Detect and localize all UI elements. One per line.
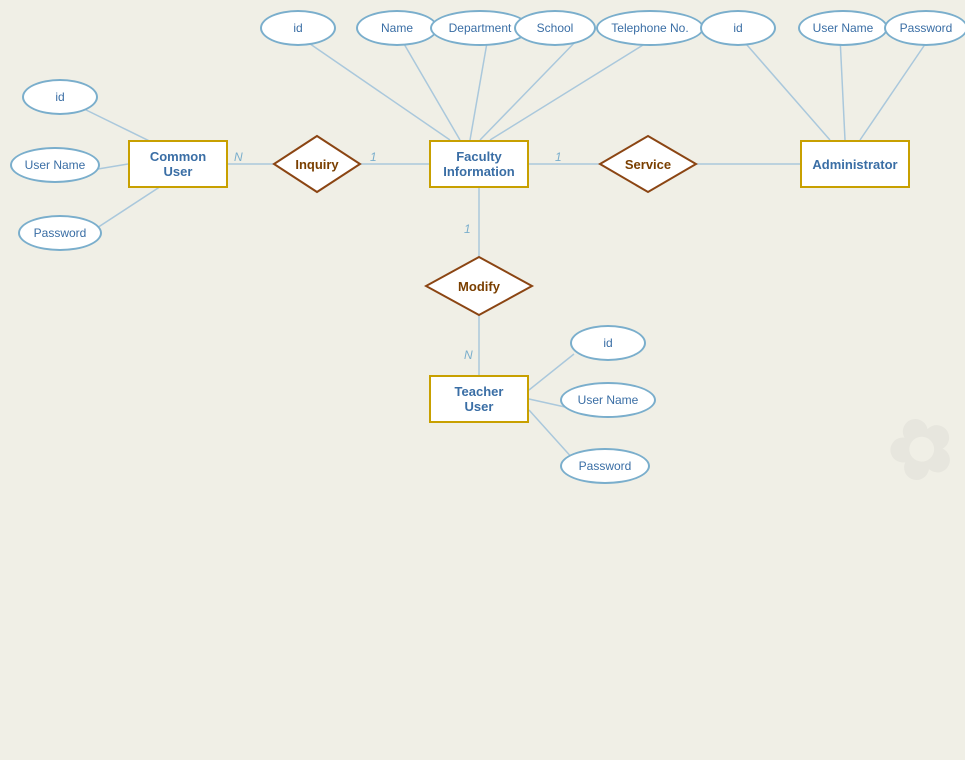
cardinality-n1: N [234,150,243,164]
cardinality-n2: N [464,348,473,362]
cu-username-label: User Name [25,158,86,172]
tu-username-ellipse: User Name [560,382,656,418]
ad-id-label: id [733,21,742,35]
fi-dept-label: Department [449,21,512,35]
ad-id-ellipse: id [700,10,776,46]
cardinality-1a: 1 [370,150,377,164]
fi-name-label: Name [381,21,413,35]
inquiry-diamond: Inquiry [272,134,362,194]
cu-id-label: id [55,90,64,104]
faculty-info-entity: Faculty Information [429,140,529,188]
fi-school-ellipse: School [514,10,596,46]
administrator-entity: Administrator [800,140,910,188]
ad-password-ellipse: Password [884,10,965,46]
cu-password-ellipse: Password [18,215,102,251]
tu-password-ellipse: Password [560,448,650,484]
fi-id-label: id [293,21,302,35]
fi-id-ellipse: id [260,10,336,46]
tu-username-label: User Name [578,393,639,407]
tu-password-label: Password [579,459,632,473]
fi-name-ellipse: Name [356,10,438,46]
ad-password-label: Password [900,21,953,35]
teacher-user-entity: Teacher User [429,375,529,423]
tu-id-label: id [603,336,612,350]
modify-diamond: Modify [424,255,534,317]
ad-username-ellipse: User Name [798,10,888,46]
fi-tel-label: Telephone No. [611,21,688,35]
common-user-entity: Common User [128,140,228,188]
tu-id-ellipse: id [570,325,646,361]
cu-password-label: Password [34,226,87,240]
cardinality-1b: 1 [555,150,562,164]
faculty-info-label: Faculty Information [443,149,515,179]
common-user-label: Common User [140,149,216,179]
svg-text:Service: Service [625,157,671,172]
svg-text:Inquiry: Inquiry [295,157,339,172]
svg-text:Modify: Modify [458,279,501,294]
fi-school-label: School [537,21,574,35]
fi-tel-ellipse: Telephone No. [596,10,704,46]
cu-username-ellipse: User Name [10,147,100,183]
service-diamond: Service [598,134,698,194]
teacher-user-label: Teacher User [441,384,517,414]
ad-username-label: User Name [813,21,874,35]
watermark: ✿ [874,393,965,503]
cardinality-1c: 1 [464,222,471,236]
cu-id-ellipse: id [22,79,98,115]
administrator-label: Administrator [812,157,897,172]
